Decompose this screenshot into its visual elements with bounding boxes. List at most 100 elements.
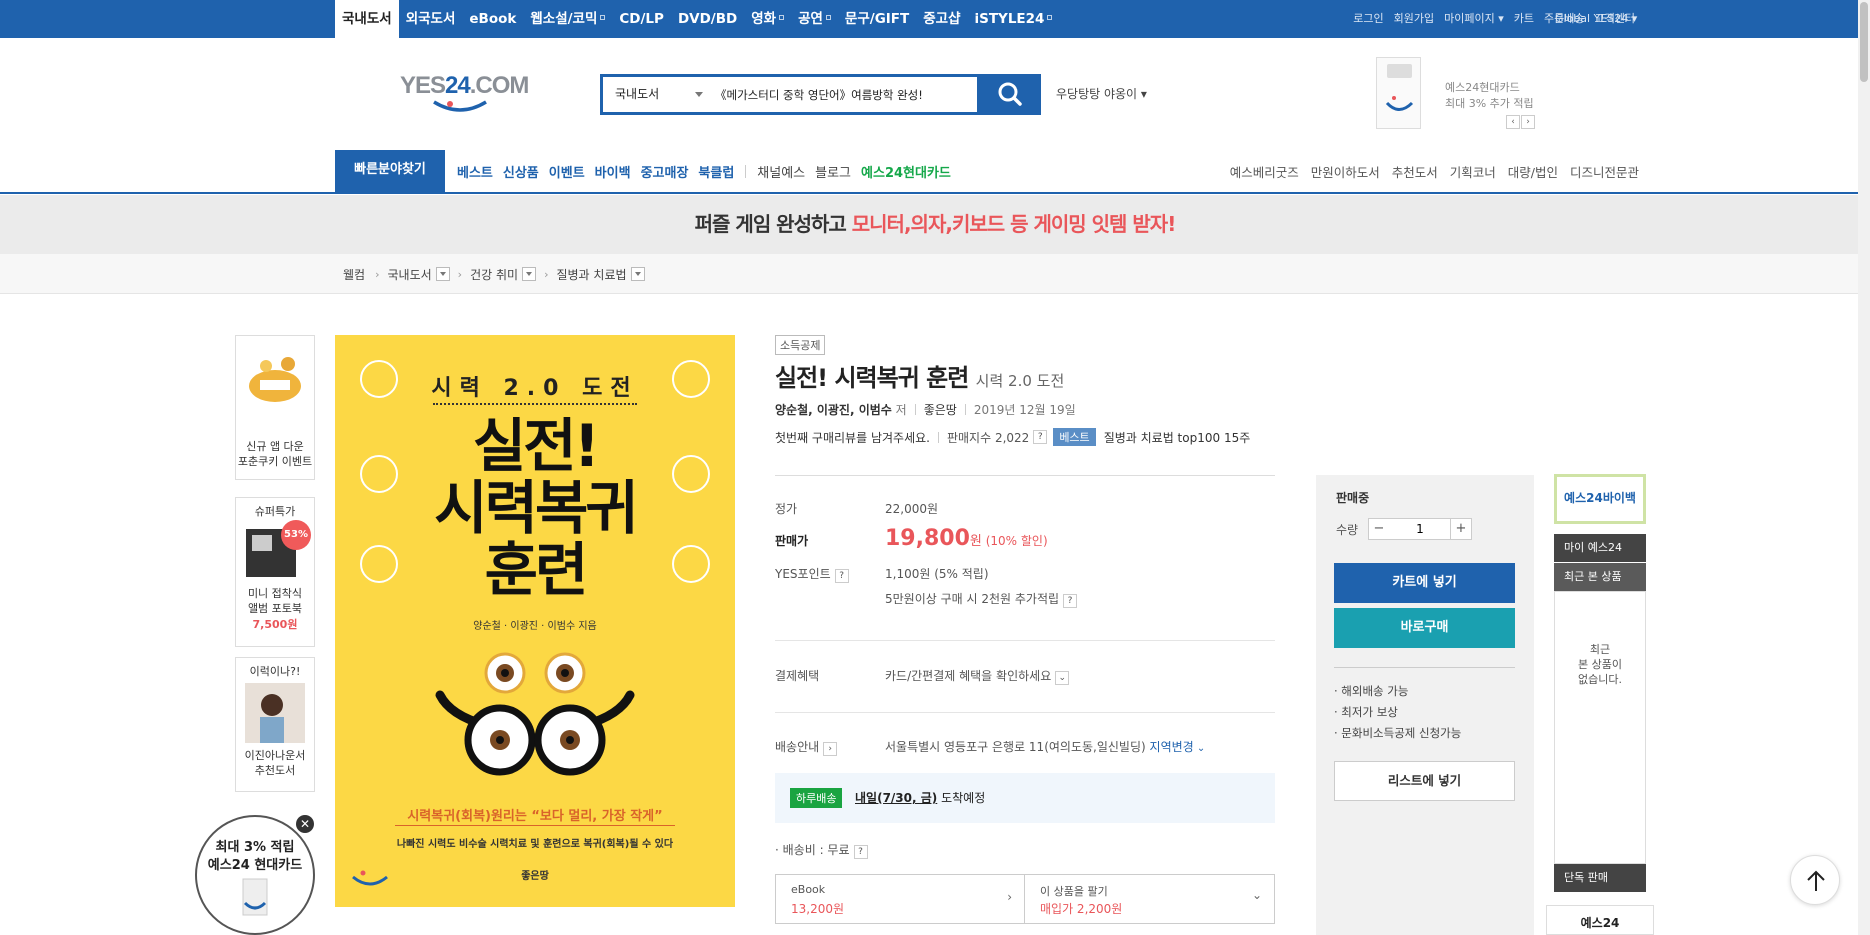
arrival-date[interactable]: 내일(7/30, 금) (855, 791, 937, 805)
promo-keyword-link[interactable]: 우당탕탕 야옹이 ▾ (1056, 85, 1147, 102)
tab-category[interactable]: 영화 (744, 0, 791, 38)
tab-category[interactable]: 외국도서 (399, 0, 463, 38)
my-yes24-tab[interactable]: 마이 예스24 (1554, 534, 1646, 562)
nav-item[interactable]: 만원이하도서 (1305, 162, 1386, 181)
chevron-down-icon[interactable]: ⌄ (1194, 743, 1205, 754)
global-yes24-link[interactable]: Global YES24 ▾ (1555, 0, 1637, 38)
fortune-cookie-icon (249, 357, 301, 402)
card-icon (242, 878, 268, 916)
exclusive-sale-tab[interactable]: 단독 판매 (1554, 864, 1646, 892)
nav-item[interactable]: 베스트 (452, 162, 498, 181)
book-cover[interactable]: 시력 2.0 도전 실전! 시력복귀 훈련 양순철 · 이광진 · 이범수 지음… (335, 335, 735, 907)
tab-category[interactable]: iSTYLE24 (968, 0, 1060, 38)
tab-category[interactable]: CD/LP (612, 0, 671, 38)
tab-category[interactable]: 웹소설/코믹 (523, 0, 612, 38)
help-icon[interactable]: ? (834, 569, 849, 583)
chevron-right-icon[interactable]: › (823, 742, 838, 756)
sales-index: 판매지수 2,022 (946, 430, 1030, 445)
scrollbar-thumb[interactable] (1860, 2, 1868, 82)
side-ad-recommend[interactable]: 이럭이나?! 이진아나운서 추천도서 (235, 657, 315, 792)
quick-category-button[interactable]: 빠른분야찾기 (335, 150, 445, 194)
nav-item[interactable]: 추천도서 (1386, 162, 1444, 181)
ad-label: 이럭이나?! (249, 665, 301, 678)
point-value: 1,100원 (5% 적립) (885, 567, 989, 581)
quantity-increase-button[interactable]: + (1450, 518, 1472, 540)
tab-category[interactable]: 문구/GIFT (838, 0, 916, 38)
scroll-to-top-button[interactable] (1790, 855, 1840, 905)
tab-category[interactable]: 중고샵 (916, 0, 967, 38)
ebook-label: eBook (791, 883, 826, 896)
close-icon[interactable]: ✕ (296, 815, 314, 833)
breadcrumb-item[interactable]: 질병과 치료법 (556, 266, 626, 283)
nav-item[interactable]: 기획코너 (1444, 162, 1502, 181)
card-promo-circle[interactable]: 최대 3% 적립 예스24 현대카드 (195, 815, 315, 935)
help-icon[interactable]: ? (1063, 594, 1078, 608)
list-price-value: 22,000원 (885, 502, 939, 516)
tab-category[interactable]: 공연 (791, 0, 838, 38)
side-ad-fortune[interactable]: 신규 앱 다운 포춘쿠키 이벤트 (235, 335, 315, 480)
pay-benefit[interactable]: 카드/간편결제 혜택을 확인하세요 ⌄ (885, 667, 1070, 685)
review-prompt-link[interactable]: 첫번째 구매리뷰를 남겨주세요. (775, 429, 930, 446)
buyback-banner[interactable]: 예스24바이백 (1554, 474, 1646, 524)
publisher-link[interactable]: 좋은땅 (924, 401, 957, 418)
glasses-icon (672, 360, 710, 398)
nav-item-card[interactable]: 예스24현대카드 (856, 162, 956, 181)
help-icon[interactable]: ? (853, 845, 868, 859)
author-names[interactable]: 양순철, 이광진, 이범수 (775, 401, 892, 418)
chevron-left-icon[interactable]: ‹ (1506, 115, 1520, 129)
pay-benefit-label: 결제혜택 (775, 669, 820, 683)
util-link[interactable]: 카트 (1509, 0, 1539, 38)
quantity-decrease-button[interactable]: − (1368, 518, 1390, 540)
help-icon[interactable]: ? (1033, 430, 1048, 444)
util-link[interactable]: 회원가입 (1389, 0, 1439, 38)
nav-item[interactable]: 디즈니전문관 (1564, 162, 1645, 181)
nav-item[interactable]: 바이백 (590, 162, 636, 181)
search-category-select[interactable]: 국내도서 (615, 77, 659, 112)
chevron-right-icon: › (375, 267, 380, 281)
tab-category[interactable]: DVD/BD (671, 0, 744, 38)
util-link[interactable]: 마이페이지 ▾ (1439, 0, 1509, 38)
scrollbar[interactable] (1858, 0, 1870, 935)
chevron-down-icon[interactable]: ⌄ (1055, 671, 1070, 685)
nav-item[interactable]: 신상품 (498, 162, 544, 181)
breadcrumb-item[interactable]: 건강 취미 (470, 266, 518, 283)
add-to-list-button[interactable]: 리스트에 넣기 (1334, 761, 1515, 801)
nav-item[interactable]: 북클럽 (693, 162, 739, 181)
dropdown-toggle[interactable] (522, 267, 537, 281)
nav-item[interactable]: 채널예스 (752, 162, 810, 181)
best-rank-link[interactable]: 질병과 치료법 top100 15주 (1104, 429, 1251, 446)
tab-label: 중고샵 (923, 11, 961, 27)
point-extra: 5만원이상 구매 시 2천원 추가적립? (885, 590, 1078, 608)
util-link[interactable]: 로그인 (1348, 0, 1388, 38)
dropdown-toggle[interactable] (630, 267, 645, 281)
ad-price: 7,500원 (252, 618, 298, 631)
nav-item[interactable]: 이벤트 (544, 162, 590, 181)
yes24-logo[interactable]: YES24.COM (400, 72, 540, 122)
change-region-link[interactable]: 지역변경 (1150, 740, 1194, 754)
quantity-input[interactable] (1389, 518, 1451, 540)
product-subtitle: 시력 2.0 도전 (975, 372, 1065, 390)
promo-banner[interactable]: 퍼즐 게임 완성하고 모니터,의자,키보드 등 게이밍 잇템 받자! (0, 195, 1870, 254)
chevron-down-icon[interactable] (695, 92, 703, 97)
ebook-option[interactable]: eBook 13,200원 › (775, 874, 1025, 924)
chevron-right-icon[interactable]: › (1521, 115, 1535, 129)
benefit-item[interactable]: · 최저가 보상 (1334, 704, 1398, 720)
nav-item[interactable]: 예스베리굿즈 (1224, 162, 1305, 181)
nav-item[interactable]: 중고매장 (636, 162, 694, 181)
nav-item[interactable]: 블로그 (810, 162, 856, 181)
recent-items-tab[interactable]: 최근 본 상품 (1554, 563, 1646, 591)
nav-item[interactable]: 대량/법인 (1502, 162, 1564, 181)
dropdown-toggle[interactable] (435, 267, 450, 281)
tab-category[interactable]: eBook (462, 0, 523, 38)
search-input[interactable] (715, 83, 975, 106)
sell-option[interactable]: 이 상품을 팔기 매입가 2,200원 ⌄ (1024, 874, 1275, 924)
buy-now-button[interactable]: 바로구매 (1334, 608, 1515, 648)
add-to-cart-button[interactable]: 카트에 넣기 (1334, 563, 1515, 603)
breadcrumb-item[interactable]: 국내도서 (388, 266, 432, 283)
tab-category[interactable]: 국내도서 (335, 0, 399, 38)
breadcrumb-home[interactable]: 웰컴 (343, 266, 365, 283)
yes24-side-banner[interactable]: 예스24 (1546, 905, 1654, 935)
side-ad-special[interactable]: 슈퍼특가 53% 미니 접착식 앨범 포토북 7,500원 (235, 497, 315, 647)
card-ad-image[interactable] (1376, 57, 1421, 129)
search-button[interactable] (980, 74, 1041, 115)
